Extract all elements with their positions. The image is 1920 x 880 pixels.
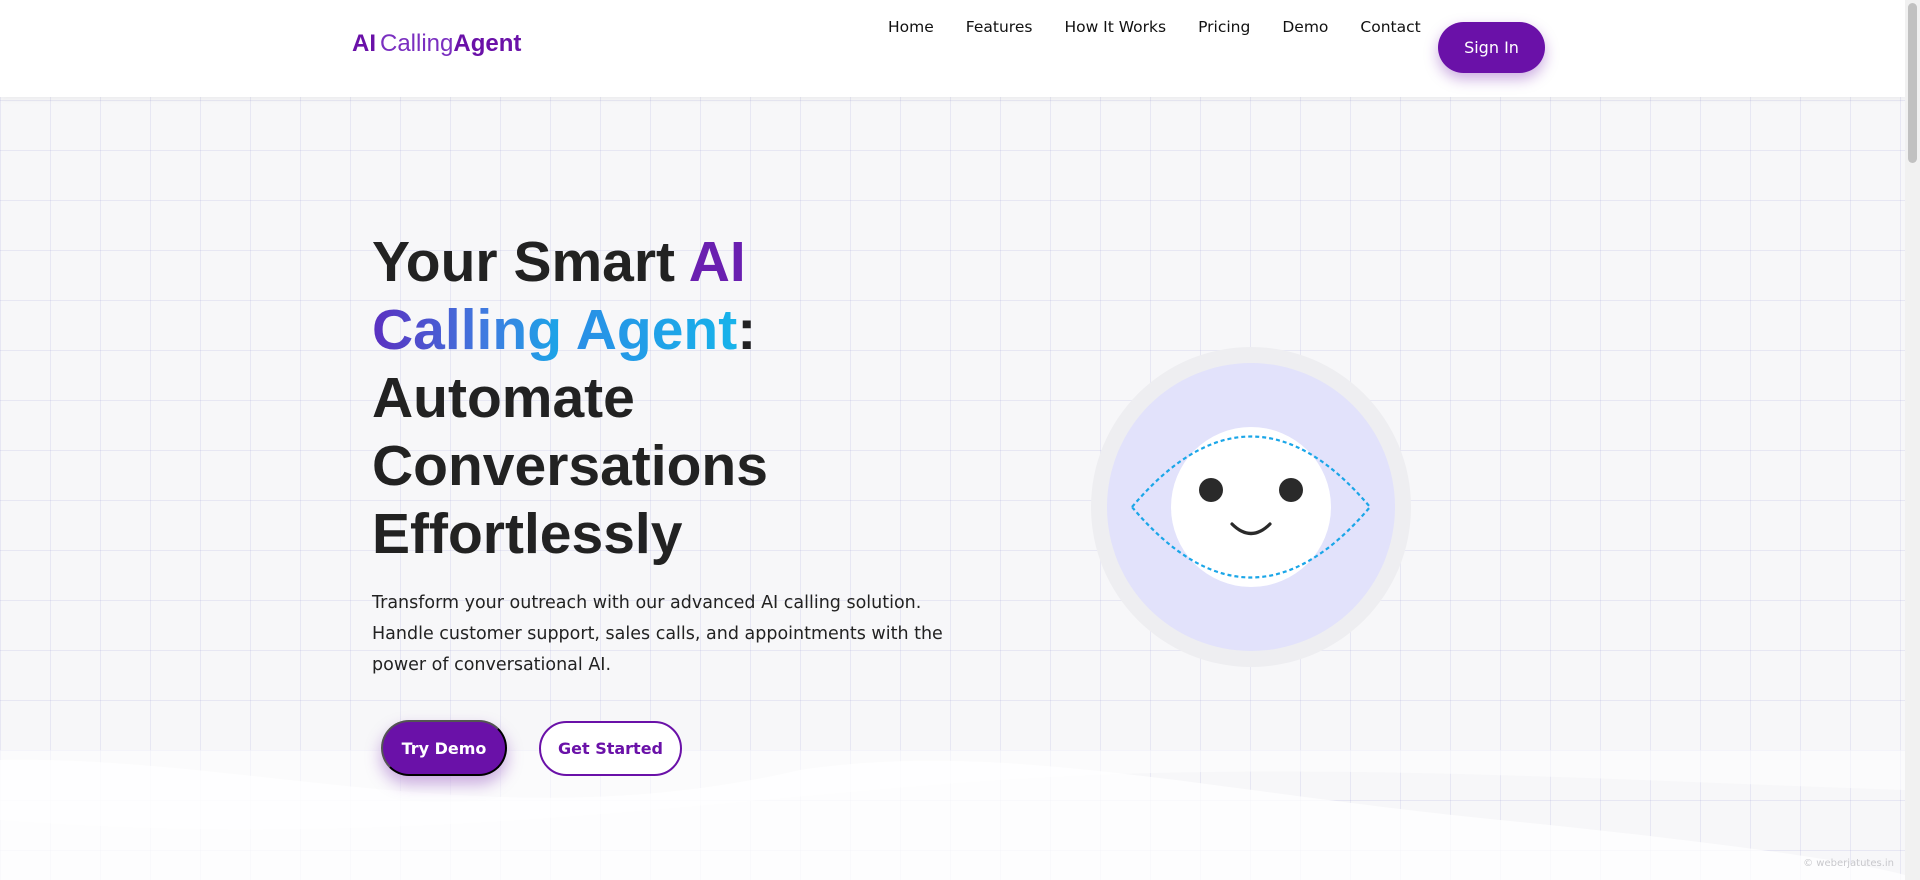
nav-link-home[interactable]: Home: [888, 17, 934, 37]
hero-title-line-2: Calling Agent:: [372, 296, 992, 364]
site-header: AI Calling Agent Home Features How It Wo…: [0, 0, 1905, 97]
brand-part-agent: Agent: [453, 30, 522, 57]
nav-link-pricing[interactable]: Pricing: [1198, 17, 1250, 37]
face-illustration-svg: [1091, 347, 1411, 667]
footer-watermark: © weberjatutes.in: [1803, 858, 1894, 869]
hero-title: Your Smart AI Calling Agent: Automate Co…: [372, 228, 992, 568]
nav-link-contact[interactable]: Contact: [1360, 17, 1420, 37]
hero-title-line-4: Conversations: [372, 434, 768, 498]
hero-title-colon: :: [737, 298, 757, 362]
hero-title-calling: Calling: [372, 298, 563, 362]
hero-title-agent: Agent: [575, 298, 738, 362]
hero-title-your-smart: Your Smart: [372, 230, 689, 294]
hero-title-ai: AI: [688, 230, 746, 294]
nav-link-demo[interactable]: Demo: [1282, 17, 1328, 37]
nav-link-how-it-works[interactable]: How It Works: [1064, 17, 1166, 37]
hero-description: Transform your outreach with our advance…: [372, 593, 943, 675]
scrollbar-thumb[interactable]: [1908, 3, 1917, 163]
page-scrollbar[interactable]: [1905, 0, 1920, 880]
brand-part-ai: AI: [352, 30, 376, 57]
brand-logo[interactable]: AI Calling Agent: [352, 30, 521, 58]
brand-part-calling: Calling: [380, 30, 454, 57]
hero-title-line-5: Effortlessly: [372, 502, 683, 566]
try-demo-button[interactable]: Try Demo: [381, 720, 507, 776]
nav-link-features[interactable]: Features: [966, 17, 1033, 37]
bottom-wave-decoration: [0, 750, 1905, 880]
get-started-button[interactable]: Get Started: [539, 721, 682, 776]
main-nav: Home Features How It Works Pricing Demo …: [888, 17, 1453, 37]
hero-title-line-3: Automate: [372, 366, 635, 430]
hero-title-line-1: Your Smart AI: [372, 228, 992, 296]
right-eye: [1279, 478, 1303, 502]
smiling-robot-face-icon: [1090, 346, 1412, 668]
sign-in-button[interactable]: Sign In: [1438, 22, 1545, 73]
left-eye: [1199, 478, 1223, 502]
